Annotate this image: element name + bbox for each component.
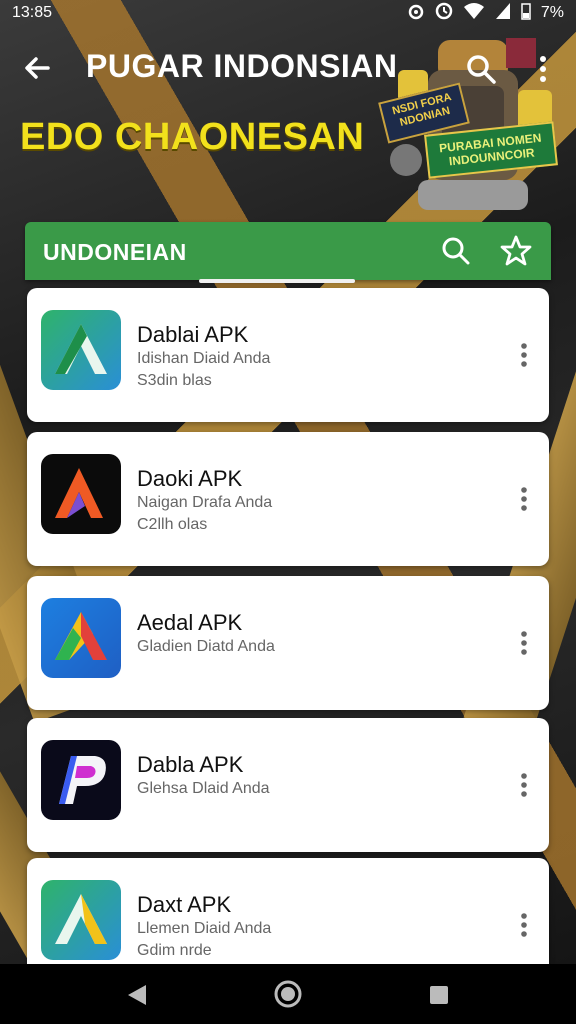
more-vertical-icon — [521, 773, 527, 797]
green-a-logo-icon — [55, 894, 107, 944]
app-meta: S3din blas — [137, 372, 212, 389]
app-name: Daxt APK — [137, 892, 232, 917]
list-item[interactable]: Aedal APK Gladien Diatd Anda — [27, 576, 549, 710]
green-a-logo-icon — [55, 324, 107, 374]
overflow-menu-button[interactable] — [534, 52, 552, 86]
more-vertical-icon — [540, 56, 546, 82]
app-icon — [41, 740, 121, 820]
app-name: Daoki APK — [137, 466, 243, 491]
app-subtitle: Gladien Diatd Anda — [137, 638, 275, 655]
app-subtitle: Idishan Diaid Anda — [137, 350, 271, 367]
battery-icon — [521, 2, 531, 25]
app-meta: Gdim nrde — [137, 942, 212, 959]
signal-icon — [495, 2, 511, 25]
nav-home-button[interactable] — [272, 978, 304, 1010]
app-meta: C2llh olas — [137, 516, 208, 533]
list-item[interactable]: Dablai APK Idishan Diaid Anda S3din blas — [27, 288, 549, 422]
app-icon — [41, 598, 121, 678]
item-more-button[interactable] — [513, 770, 535, 800]
status-bar: 13:85 7% — [0, 0, 576, 26]
circle-home-icon — [274, 980, 302, 1008]
nav-recents-button[interactable] — [426, 982, 452, 1008]
more-vertical-icon — [521, 913, 527, 937]
top-app-bar: PUGAR INDONSIAN — [0, 34, 576, 106]
back-button[interactable] — [20, 50, 56, 86]
app-name: Aedal APK — [137, 610, 243, 635]
app-name: Dablai APK — [137, 322, 249, 347]
search-button[interactable] — [464, 52, 498, 86]
arrow-left-icon — [25, 57, 50, 79]
search-icon — [467, 55, 496, 84]
panel-header: UNDONEIAN — [25, 222, 551, 280]
more-vertical-icon — [521, 343, 527, 367]
tab-indicator — [199, 279, 355, 283]
page-title: PUGAR INDONSIAN — [86, 48, 398, 84]
more-vertical-icon — [521, 631, 527, 655]
system-nav-bar — [0, 964, 576, 1024]
square-recents-icon — [430, 986, 448, 1004]
nav-back-button[interactable] — [124, 982, 150, 1008]
panel-title: UNDONEIAN — [43, 239, 187, 265]
app-subtitle: Glehsa Dlaid Anda — [137, 780, 270, 797]
app-icon — [41, 880, 121, 960]
star-icon — [500, 235, 532, 266]
list-item[interactable]: Dabla APK Glehsa Dlaid Anda — [27, 718, 549, 852]
status-time: 13:85 — [12, 4, 53, 21]
triangle-back-icon — [128, 985, 146, 1005]
multicolor-a-logo-icon — [55, 612, 107, 660]
battery-percent: 7% — [540, 4, 564, 21]
item-more-button[interactable] — [513, 910, 535, 940]
app-subtitle: Naigan Drafa Anda — [137, 494, 273, 511]
item-more-button[interactable] — [513, 628, 535, 658]
app-icon — [41, 310, 121, 390]
white-p-logo-icon — [59, 756, 106, 804]
item-more-button[interactable] — [513, 484, 535, 514]
list-item[interactable]: Daoki APK Naigan Drafa Anda C2llh olas — [27, 432, 549, 566]
wifi-icon — [463, 2, 485, 25]
app-name: Dabla APK — [137, 752, 244, 777]
clock-icon — [435, 2, 453, 25]
panel-search-button[interactable] — [439, 234, 473, 268]
search-icon — [442, 237, 470, 265]
app-subtitle: Llemen Diaid Anda — [137, 920, 272, 937]
app-icon — [41, 454, 121, 534]
favorites-button[interactable] — [499, 234, 533, 268]
orange-a-logo-icon — [55, 468, 103, 518]
banner-headline: EDO CHAONESAN — [20, 116, 365, 158]
more-vertical-icon — [521, 487, 527, 511]
item-more-button[interactable] — [513, 340, 535, 370]
alarm-icon — [407, 2, 425, 25]
